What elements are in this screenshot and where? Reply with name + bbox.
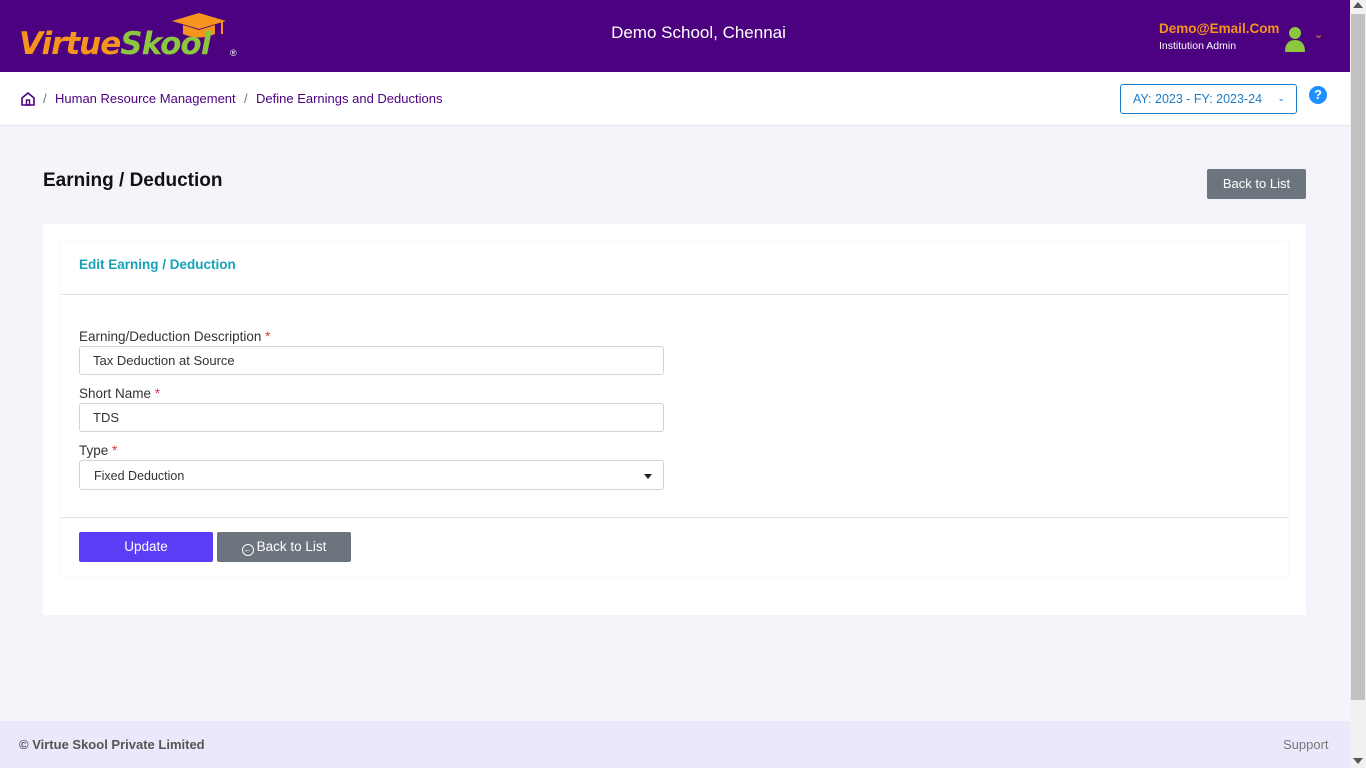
footer: © Virtue Skool Private Limited Support bbox=[0, 721, 1350, 768]
back-to-list-button[interactable]: Back to List bbox=[1207, 169, 1306, 199]
back-to-list-label: Back to List bbox=[256, 539, 327, 554]
footer-copyright: © Virtue Skool Private Limited bbox=[19, 737, 205, 752]
arrow-left-circle-icon: ← bbox=[241, 544, 254, 556]
page-title: Earning / Deduction bbox=[43, 170, 223, 191]
divider bbox=[61, 294, 1288, 295]
logo-registered-mark: ® bbox=[230, 48, 237, 58]
type-select-value: Fixed Deduction bbox=[94, 469, 185, 483]
scrollbar-thumb[interactable] bbox=[1351, 14, 1365, 700]
academic-year-value: AY: 2023 - FY: 2023-24 bbox=[1133, 92, 1263, 106]
user-email[interactable]: Demo@Email.Com bbox=[1159, 21, 1279, 36]
divider bbox=[61, 517, 1288, 518]
scroll-up-arrow-icon[interactable] bbox=[1353, 2, 1363, 8]
breadcrumb: / Human Resource Management / Define Ear… bbox=[0, 72, 1350, 126]
home-icon[interactable] bbox=[20, 91, 36, 107]
required-mark: * bbox=[265, 329, 271, 344]
short-name-label: Short Name * bbox=[79, 386, 161, 401]
breadcrumb-separator: / bbox=[244, 91, 248, 106]
card-title: Edit Earning / Deduction bbox=[79, 257, 236, 272]
breadcrumb-hrm[interactable]: Human Resource Management bbox=[55, 91, 236, 106]
required-mark: * bbox=[112, 443, 118, 458]
support-link[interactable]: Support bbox=[1283, 737, 1329, 752]
academic-year-select[interactable]: AY: 2023 - FY: 2023-24 ⌄ bbox=[1120, 84, 1297, 114]
update-button[interactable]: Update bbox=[79, 532, 213, 562]
chevron-down-icon[interactable]: ⌄ bbox=[1314, 28, 1323, 41]
breadcrumb-separator: / bbox=[43, 91, 47, 106]
type-select[interactable]: Fixed Deduction bbox=[79, 460, 664, 490]
help-icon[interactable]: ? bbox=[1309, 86, 1327, 104]
short-name-input[interactable] bbox=[79, 403, 664, 432]
breadcrumb-define-earnings[interactable]: Define Earnings and Deductions bbox=[256, 91, 442, 106]
back-to-list-button-bottom[interactable]: ← Back to List bbox=[217, 532, 351, 562]
type-label: Type * bbox=[79, 443, 118, 458]
scroll-down-arrow-icon[interactable] bbox=[1353, 758, 1363, 764]
required-mark: * bbox=[154, 386, 161, 401]
description-input[interactable] bbox=[79, 346, 664, 375]
user-avatar-icon[interactable] bbox=[1284, 25, 1306, 53]
top-header: VirtueSkool ® Demo School, Chennai Demo@… bbox=[0, 0, 1350, 72]
chevron-down-icon: ⌄ bbox=[1277, 93, 1285, 103]
caret-down-icon bbox=[644, 474, 652, 479]
user-role: Institution Admin bbox=[1159, 40, 1237, 52]
description-label: Earning/Deduction Description * bbox=[79, 329, 271, 344]
